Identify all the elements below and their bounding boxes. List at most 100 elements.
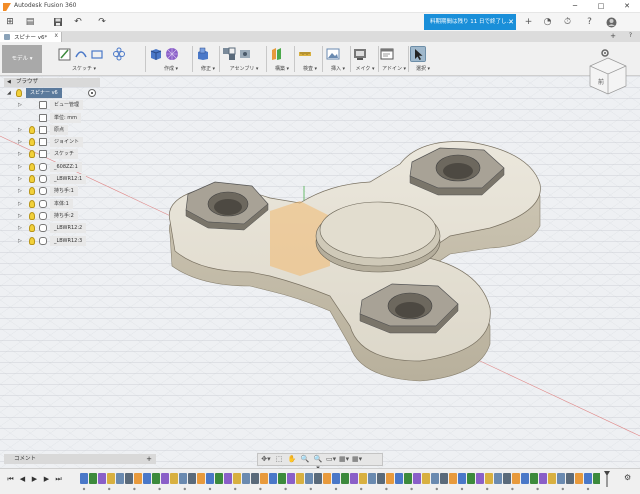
browser-item[interactable]: ▷ 持ち手:2 [4, 210, 100, 222]
view-cube[interactable]: 前 [586, 56, 630, 96]
job-status-icon[interactable]: ◔ [540, 15, 555, 30]
timeline-feature-icon[interactable] [404, 473, 412, 484]
timeline-feature-icon[interactable] [440, 473, 448, 484]
browser-item[interactable]: ▷ _LBWR12:3 [4, 235, 100, 247]
trial-notice[interactable]: 料期期間は残り 11 日で終了し... [424, 14, 516, 30]
new-job-plus-icon[interactable]: + [521, 15, 536, 30]
browser-item[interactable]: ▷ _LBWR12:2 [4, 222, 100, 234]
document-tab[interactable]: スピナー v6* x [0, 32, 62, 42]
expand-arrow-icon[interactable]: ▷ [18, 188, 22, 194]
timeline-feature-icon[interactable] [152, 473, 160, 484]
construct-group[interactable]: 構築 ▾ [270, 44, 294, 74]
visibility-bulb-icon[interactable] [29, 150, 35, 159]
visibility-bulb-icon[interactable] [29, 211, 35, 220]
extrude-box-icon[interactable] [149, 47, 163, 61]
browser-item[interactable]: ▷ 原点 [4, 124, 100, 136]
timeline-feature-icon[interactable] [278, 473, 286, 484]
timeline-step-back-icon[interactable]: ◀ [18, 474, 27, 484]
redo-icon[interactable]: ↷ [94, 15, 110, 30]
orbit-icon[interactable]: ✥▾ [261, 455, 271, 464]
select-group[interactable]: 選択 ▾ [410, 44, 435, 74]
display-settings-icon[interactable]: ▭▾ [326, 455, 336, 464]
timeline-feature-icon[interactable] [107, 473, 115, 484]
file-menu-icon[interactable]: ▤ [22, 15, 38, 30]
timeline-feature-icon[interactable] [98, 473, 106, 484]
timeline-position-marker[interactable] [604, 471, 610, 487]
timeline-feature-icon[interactable] [89, 473, 97, 484]
sketch-rectangle-icon[interactable] [90, 47, 104, 61]
expand-arrow-icon[interactable]: ▷ [18, 102, 22, 108]
visibility-bulb-icon[interactable] [29, 187, 35, 196]
timeline-feature-icon[interactable] [503, 473, 511, 484]
zoom-icon[interactable]: 🔍 [300, 455, 310, 464]
timeline-step-forward-icon[interactable]: ▶ [42, 474, 51, 484]
timeline-feature-icon[interactable] [386, 473, 394, 484]
timeline-feature-icon[interactable] [332, 473, 340, 484]
insert-image-icon[interactable] [326, 47, 340, 61]
timeline-feature-icon[interactable] [539, 473, 547, 484]
browser-item[interactable]: ▷ ジョイント [4, 136, 100, 148]
tab-help-icon[interactable]: ? [629, 32, 632, 39]
look-at-icon[interactable]: ⬚ [274, 455, 284, 464]
timeline-feature-icon[interactable] [197, 473, 205, 484]
new-tab-plus-icon[interactable]: + [610, 32, 616, 40]
addins-group[interactable]: アドイン ▾ [380, 44, 408, 74]
timeline-feature-icon[interactable] [512, 473, 520, 484]
timeline-feature-icon[interactable] [557, 473, 565, 484]
fit-zoom-icon[interactable]: 🔍▾ [313, 455, 323, 472]
minimize-button[interactable]: ─ [562, 0, 588, 13]
timeline-feature-icon[interactable] [305, 473, 313, 484]
expand-arrow-icon[interactable]: ▷ [18, 238, 22, 244]
activate-radio-icon[interactable] [88, 89, 96, 97]
inspect-group[interactable]: 検査 ▾ [298, 44, 322, 74]
close-tab-icon[interactable]: x [54, 32, 58, 39]
browser-item[interactable]: ▷ _LBWR12:1 [4, 173, 100, 185]
offset-plane-icon[interactable] [270, 47, 284, 61]
sketch-arc-icon[interactable] [74, 47, 88, 61]
timeline-feature-icon[interactable] [494, 473, 502, 484]
timeline-start-icon[interactable]: ⏮ [6, 474, 15, 484]
timeline-feature-icon[interactable] [215, 473, 223, 484]
visibility-bulb-icon[interactable] [16, 89, 22, 97]
save-icon[interactable] [50, 15, 66, 30]
timeline-feature-icon[interactable] [575, 473, 583, 484]
create-sketch-icon[interactable] [58, 47, 72, 61]
browser-root-node[interactable]: ◢ スピナー v6 [4, 87, 100, 99]
expand-arrow-icon[interactable]: ▷ [18, 139, 22, 145]
timeline-feature-icon[interactable] [467, 473, 475, 484]
expand-arrow-icon[interactable]: ▷ [18, 225, 22, 231]
timeline-feature-icon[interactable] [143, 473, 151, 484]
expand-arrow-icon[interactable]: ▷ [18, 151, 22, 157]
maximize-button[interactable]: □ [588, 0, 614, 13]
collapse-arrow-icon[interactable]: ◀ [7, 78, 11, 87]
timeline-feature-icon[interactable] [341, 473, 349, 484]
viewports-icon[interactable]: ▦▾ [352, 455, 362, 464]
browser-header[interactable]: ◀ ブラウザ [4, 78, 100, 87]
timeline-feature-icon[interactable] [224, 473, 232, 484]
pan-hand-icon[interactable]: ✋ [287, 455, 297, 464]
timeline-feature-icon[interactable] [368, 473, 376, 484]
expand-arrow-icon[interactable]: ▷ [18, 127, 22, 133]
select-cursor-icon[interactable] [410, 45, 426, 62]
scripts-addins-icon[interactable] [380, 47, 394, 61]
user-avatar-icon[interactable] [604, 15, 619, 30]
timeline-play-icon[interactable]: ▶ [30, 474, 39, 484]
timeline-feature-icon[interactable] [233, 473, 241, 484]
timeline-feature-icon[interactable] [584, 473, 592, 484]
visibility-bulb-icon[interactable] [29, 125, 35, 134]
form-sphere-icon[interactable] [165, 47, 179, 61]
help-icon[interactable]: ? [582, 15, 597, 30]
timeline-feature-icon[interactable] [395, 473, 403, 484]
visibility-bulb-icon[interactable] [29, 236, 35, 245]
expand-arrow-icon[interactable]: ▷ [18, 176, 22, 182]
timeline-feature-icon[interactable] [161, 473, 169, 484]
timeline-feature-icon[interactable] [566, 473, 574, 484]
timeline-feature-icon[interactable] [431, 473, 439, 484]
3d-print-icon[interactable] [353, 47, 367, 61]
timeline-feature-icon[interactable] [251, 473, 259, 484]
timeline-settings-gear-icon[interactable]: ⚙ [624, 473, 631, 482]
comments-panel[interactable]: コメント + [4, 454, 156, 464]
timeline-feature-icon[interactable] [377, 473, 385, 484]
expand-arrow-icon[interactable]: ◢ [7, 90, 11, 96]
joint-icon[interactable] [238, 47, 252, 61]
